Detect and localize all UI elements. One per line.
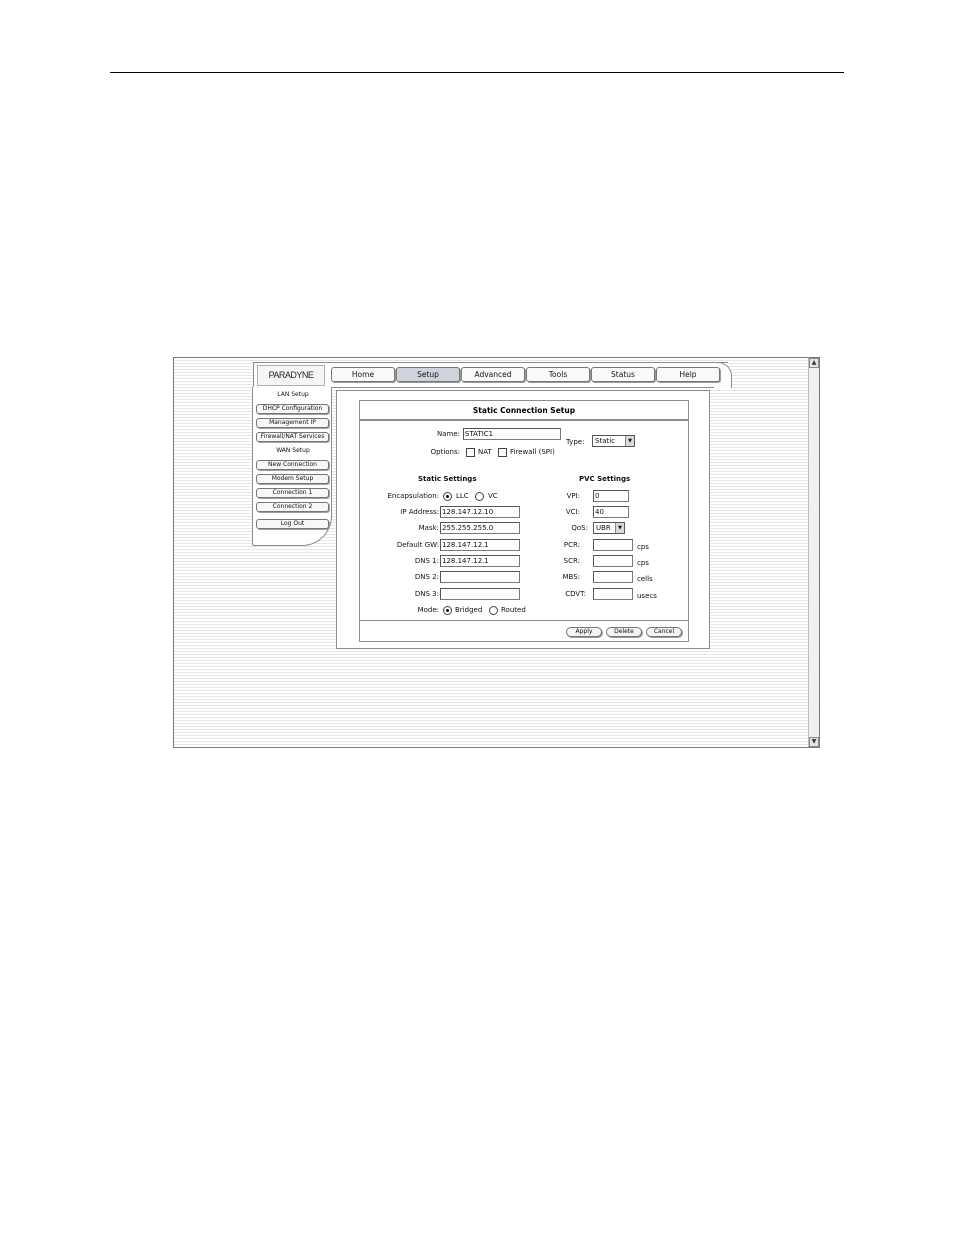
nat-label: NAT	[478, 448, 492, 456]
static-connection-form: Static Connection Setup Name: STATIC1 Ty…	[359, 400, 689, 642]
chevron-down-icon: ▼	[625, 436, 634, 446]
sidebar-item-connection-1[interactable]: Connection 1	[256, 488, 329, 498]
type-select[interactable]: Static ▼	[592, 435, 635, 447]
cancel-button[interactable]: Cancel	[646, 627, 682, 637]
mbs-unit: cells	[637, 575, 653, 583]
default-gw-label: Default GW:	[396, 541, 439, 549]
ip-address-field[interactable]: 128.147.12.10	[440, 506, 520, 518]
sidebar-item-log-out[interactable]: Log Out	[256, 519, 329, 529]
scroll-down-icon[interactable]: ▼	[809, 737, 819, 747]
pvc-settings-header: PVC Settings	[579, 475, 631, 483]
mode-bridged-radio[interactable]	[443, 606, 452, 615]
vpi-label: VPI:	[566, 492, 580, 500]
tab-setup[interactable]: Setup	[396, 367, 460, 382]
firewall-spi-label: Firewall (SPI)	[510, 448, 555, 456]
cdvt-label: CDVT:	[565, 590, 586, 598]
form-title: Static Connection Setup	[360, 401, 688, 421]
tab-help[interactable]: Help	[656, 367, 720, 382]
dns2-field[interactable]	[440, 571, 520, 583]
vci-label: VCI:	[565, 508, 580, 516]
scr-label: SCR:	[563, 557, 580, 565]
mbs-label: MBS:	[562, 573, 580, 581]
delete-button[interactable]: Delete	[606, 627, 642, 637]
dns1-field[interactable]: 128.147.12.1	[440, 555, 520, 567]
scr-unit: cps	[637, 559, 649, 567]
page-top-rule	[110, 72, 844, 73]
vpi-field[interactable]: 0	[593, 490, 629, 502]
static-settings-header: Static Settings	[418, 475, 477, 483]
tab-home[interactable]: Home	[331, 367, 395, 382]
tab-tools[interactable]: Tools	[526, 367, 590, 382]
paradyne-logo: PARADYNE	[257, 365, 325, 386]
dns1-label: DNS 1:	[414, 557, 439, 565]
pcr-field[interactable]	[593, 539, 633, 551]
mbs-field[interactable]	[593, 571, 633, 583]
sidebar-item-firewall-nat-services[interactable]: Firewall/NAT Services	[256, 432, 329, 442]
form-divider	[360, 620, 688, 621]
dns3-label: DNS 3:	[414, 590, 439, 598]
mode-label: Mode:	[417, 606, 439, 614]
nat-checkbox[interactable]	[466, 448, 475, 457]
vci-field[interactable]: 40	[593, 506, 629, 518]
sidebar-item-connection-2[interactable]: Connection 2	[256, 502, 329, 512]
qos-select[interactable]: UBR ▼	[593, 522, 625, 534]
chevron-down-icon: ▼	[615, 523, 624, 533]
mask-field[interactable]: 255.255.255.0	[440, 522, 520, 534]
sidebar-item-dhcp-configuration[interactable]: DHCP Configuration	[256, 404, 329, 414]
sidebar-item-modem-setup[interactable]: Modem Setup	[256, 474, 329, 484]
encapsulation-llc-radio[interactable]	[443, 492, 452, 501]
options-label: Options:	[430, 448, 460, 456]
vertical-scrollbar[interactable]: ▲ ▼	[808, 358, 819, 747]
cdvt-unit: usecs	[637, 592, 657, 600]
encapsulation-vc-radio[interactable]	[475, 492, 484, 501]
default-gw-field[interactable]: 128.147.12.1	[440, 539, 520, 551]
sidebar-item-management-ip[interactable]: Management IP	[256, 418, 329, 428]
encapsulation-llc-label: LLC	[456, 492, 469, 500]
sidebar-header-wan-setup: WAN Setup	[276, 447, 310, 454]
ip-address-label: IP Address:	[400, 508, 439, 516]
dns3-field[interactable]	[440, 588, 520, 600]
name-label: Name:	[436, 430, 460, 438]
sidebar-item-new-connection[interactable]: New Connection	[256, 460, 329, 470]
cdvt-field[interactable]	[593, 588, 633, 600]
type-label: Type:	[566, 438, 585, 446]
apply-button[interactable]: Apply	[566, 627, 602, 637]
dns2-label: DNS 2:	[414, 573, 439, 581]
name-field[interactable]: STATIC1	[463, 428, 561, 440]
scr-field[interactable]	[593, 555, 633, 567]
tab-advanced[interactable]: Advanced	[461, 367, 525, 382]
tab-status[interactable]: Status	[591, 367, 655, 382]
pcr-unit: cps	[637, 543, 649, 551]
encapsulation-label: Encapsulation:	[387, 492, 439, 500]
mode-routed-radio[interactable]	[489, 606, 498, 615]
scroll-up-icon[interactable]: ▲	[809, 358, 819, 368]
pcr-label: PCR:	[563, 541, 580, 549]
qos-select-value: UBR	[596, 524, 611, 532]
encapsulation-vc-label: VC	[488, 492, 498, 500]
qos-label: QoS:	[571, 524, 588, 532]
mask-label: Mask:	[418, 524, 439, 532]
firewall-spi-checkbox[interactable]	[498, 448, 507, 457]
mode-routed-label: Routed	[501, 606, 526, 614]
sidebar: LAN Setup DHCP Configuration Management …	[252, 387, 332, 546]
browser-viewport: PARADYNE Home Setup Advanced Tools Statu…	[173, 357, 820, 748]
mode-bridged-label: Bridged	[455, 606, 483, 614]
content-panel: Static Connection Setup Name: STATIC1 Ty…	[336, 390, 710, 649]
type-select-value: Static	[595, 437, 616, 445]
sidebar-header-lan-setup: LAN Setup	[277, 391, 309, 398]
